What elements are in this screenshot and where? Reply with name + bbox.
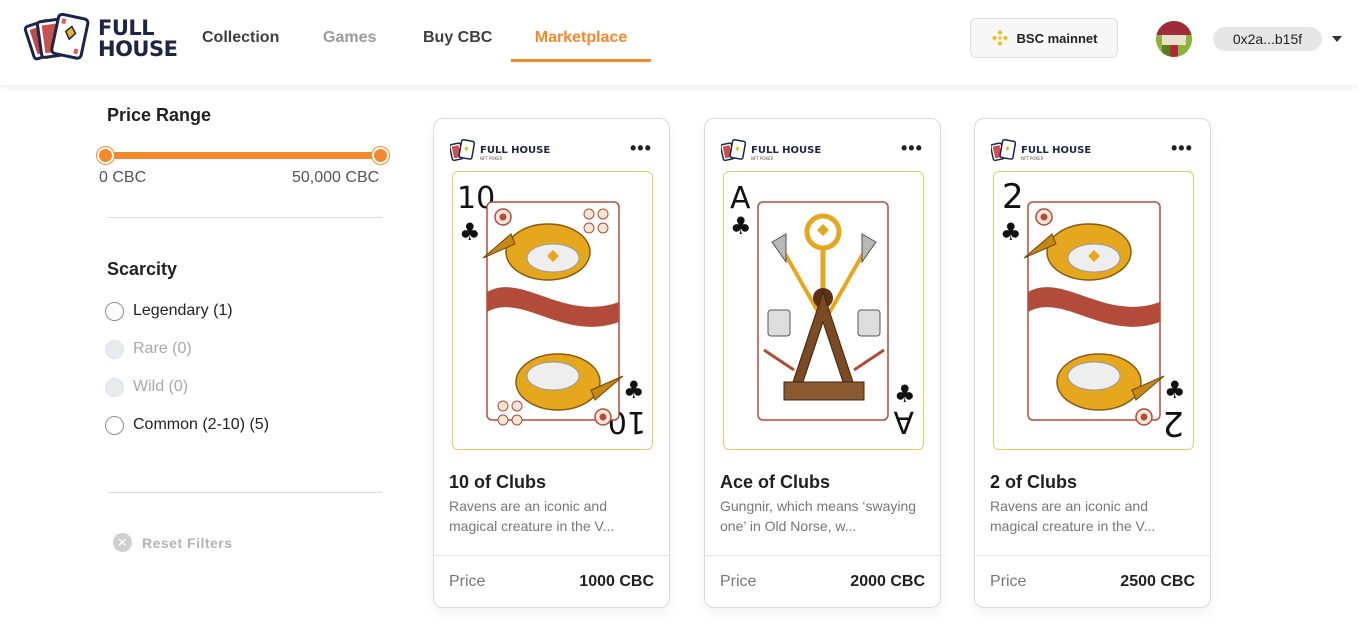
pixel-avatar-icon xyxy=(1156,21,1192,57)
divider xyxy=(107,492,382,493)
raven-artwork-icon: 2 ♣ 2 ♣ xyxy=(1000,177,1186,443)
full-house-card-logo-icon: FULL HOUSE NFT POKER xyxy=(721,139,821,162)
price-value: 2000 CBC xyxy=(850,573,925,590)
price-range-min-handle[interactable] xyxy=(97,147,114,164)
more-options-icon[interactable]: ••• xyxy=(1171,139,1193,157)
reset-filters-label: Reset Filters xyxy=(142,534,233,551)
nft-card[interactable]: FULL HOUSE NFT POKER ••• 10 ♣ 10 ♣ 10 of… xyxy=(433,118,670,608)
card-suit-bottom: ♣ xyxy=(623,376,645,404)
card-suit-bottom: ♣ xyxy=(1164,376,1186,404)
card-title: 2 of Clubs xyxy=(990,472,1078,492)
avatar[interactable] xyxy=(1156,21,1192,57)
card-brand-subtext: NFT POKER xyxy=(480,156,503,161)
card-rank-bottom: 2 xyxy=(1162,403,1184,443)
price-label: Price xyxy=(990,573,1027,590)
divider xyxy=(434,555,669,556)
price-range-max-handle[interactable] xyxy=(372,147,389,164)
price-range-title: Price Range xyxy=(107,105,212,125)
top-header: FULL HOUSE Collection Games Buy CBC Mark… xyxy=(0,0,1358,85)
network-selector-button[interactable]: BSC mainnet xyxy=(970,18,1118,58)
card-rank-top: A xyxy=(730,181,751,216)
card-description: Ravens are an iconic and magical creatur… xyxy=(990,498,1156,534)
radio-button[interactable] xyxy=(105,415,124,435)
playing-cards-logo-icon xyxy=(23,12,90,61)
binance-icon xyxy=(991,30,1008,46)
divider xyxy=(975,555,1210,556)
price-label: Price xyxy=(720,573,757,590)
card-description: Ravens are an iconic and magical creatur… xyxy=(449,498,615,534)
close-circle-icon: ✕ xyxy=(113,533,132,552)
card-title: Ace of Clubs xyxy=(720,472,831,492)
scarcity-option-label: Legendary (1) xyxy=(133,302,233,319)
card-suit-top: ♣ xyxy=(730,212,752,240)
price-range-min-label: 0 CBC xyxy=(99,169,147,186)
scarcity-option-label: Rare (0) xyxy=(133,340,192,357)
network-label: BSC mainnet xyxy=(1016,30,1098,46)
caret-down-icon[interactable] xyxy=(1332,36,1342,42)
card-rank-bottom: A xyxy=(893,404,914,439)
scarcity-option-wild: Wild (0) xyxy=(105,376,188,398)
radio-button xyxy=(105,339,124,359)
divider xyxy=(107,217,382,218)
card-artwork: A ♣ A ♣ xyxy=(723,171,924,450)
full-house-card-logo-icon: FULL HOUSE NFT POKER xyxy=(991,139,1091,162)
wallet-address-pill[interactable]: 0x2a...b15f xyxy=(1213,27,1322,51)
scarcity-option-common[interactable]: Common (2-10) (5) xyxy=(105,414,269,436)
logo-text: FULL HOUSE xyxy=(98,16,178,61)
nav-buy-cbc[interactable]: Buy CBC xyxy=(423,0,492,62)
card-brand-text: FULL HOUSE xyxy=(1021,145,1091,156)
radio-button[interactable] xyxy=(105,301,124,321)
scarcity-title: Scarcity xyxy=(107,259,178,279)
card-suit-bottom: ♣ xyxy=(894,380,916,408)
card-suit-top: ♣ xyxy=(1000,218,1022,246)
price-range-track[interactable] xyxy=(106,152,382,159)
scarcity-option-label: Common (2-10) (5) xyxy=(133,416,270,433)
card-artwork: 10 ♣ 10 ♣ xyxy=(452,171,653,450)
card-rank-top: 2 xyxy=(1002,177,1024,217)
nav-marketplace[interactable]: Marketplace xyxy=(511,0,651,62)
card-brand-text: FULL HOUSE xyxy=(480,145,550,156)
card-artwork: 2 ♣ 2 ♣ xyxy=(993,171,1194,450)
card-brand-text: FULL HOUSE xyxy=(751,145,821,156)
more-options-icon[interactable]: ••• xyxy=(630,139,652,157)
reset-filters-button[interactable]: ✕ Reset Filters xyxy=(113,533,233,552)
price-label: Price xyxy=(449,573,486,590)
scarcity-option-legendary[interactable]: Legendary (1) xyxy=(105,300,233,322)
card-title: 10 of Clubs xyxy=(449,472,547,492)
price-value: 2500 CBC xyxy=(1120,573,1195,590)
card-brand-subtext: NFT POKER xyxy=(1021,156,1044,161)
full-house-logo[interactable]: FULL HOUSE xyxy=(22,12,178,66)
more-options-icon[interactable]: ••• xyxy=(901,139,923,157)
full-house-card-logo-icon: FULL HOUSE NFT POKER xyxy=(450,139,550,162)
nav-games[interactable]: Games xyxy=(323,0,376,62)
raven-artwork-icon: 10 ♣ 10 ♣ xyxy=(457,181,646,439)
price-value: 1000 CBC xyxy=(579,573,654,590)
divider xyxy=(705,555,940,556)
spear-rack-artwork-icon: A ♣ A ♣ xyxy=(730,181,916,439)
radio-button xyxy=(105,377,124,397)
nft-card[interactable]: FULL HOUSE NFT POKER ••• A ♣ A ♣ Ace of … xyxy=(704,118,941,608)
nft-card[interactable]: FULL HOUSE NFT POKER ••• 2 ♣ 2 ♣ 2 of Cl… xyxy=(974,118,1211,608)
nav-collection[interactable]: Collection xyxy=(202,0,279,62)
scarcity-option-label: Wild (0) xyxy=(133,378,189,395)
price-range-max-label: 50,000 CBC xyxy=(292,169,380,186)
card-description: Gungnir, which means ‘swaying one’ in Ol… xyxy=(720,498,917,534)
scarcity-option-rare: Rare (0) xyxy=(105,338,192,360)
card-brand-subtext: NFT POKER xyxy=(751,156,774,161)
card-suit-top: ♣ xyxy=(459,218,481,246)
